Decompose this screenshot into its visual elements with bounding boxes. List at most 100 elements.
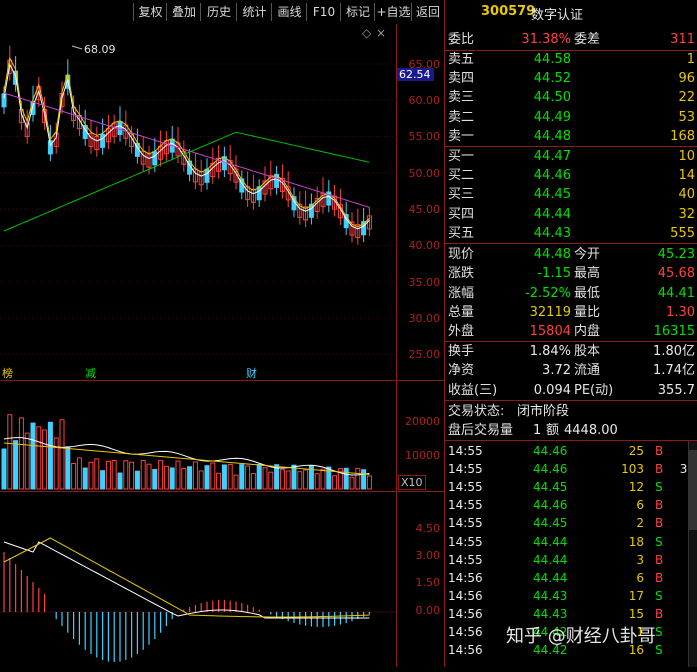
volume-bar	[216, 472, 222, 490]
quote-stat-row: 涨幅 -2.52% 最低 44.41	[447, 284, 697, 303]
bid-row[interactable]: 买五 44.43 555	[447, 224, 697, 243]
tick-volume: 103	[621, 462, 644, 477]
stock-name: 数字认证	[531, 8, 584, 23]
ask-row[interactable]: 卖四 44.52 96	[447, 69, 697, 88]
volume-bar	[13, 440, 19, 490]
tick-side: B	[655, 606, 664, 621]
stat-label: 涨跌	[448, 266, 475, 282]
volume-bar	[24, 432, 30, 490]
tick-price: 44.44	[533, 552, 568, 567]
tick-row[interactable]: 14:5544.452B1	[447, 514, 697, 532]
volume-bar	[297, 471, 303, 490]
tick-scroll-thumb[interactable]	[689, 450, 697, 530]
kline-y-tick: 40.00	[408, 239, 441, 252]
weicha-value: 311	[670, 32, 695, 47]
toolbar-button-5[interactable]: F10	[306, 3, 341, 21]
divider	[445, 440, 697, 441]
high-price-label: 68.09	[84, 43, 116, 56]
candle-body	[100, 133, 106, 148]
event-mark-bang[interactable]: 榜	[2, 365, 13, 381]
stat-value: 44.48	[533, 247, 571, 262]
bid-row[interactable]: 买一 44.47 10	[447, 147, 697, 166]
event-mark-jian[interactable]: 减	[85, 365, 96, 381]
toolbar-button-2[interactable]: 历史	[200, 3, 237, 21]
tick-volume: 17	[628, 588, 644, 603]
book-level-label: 买五	[448, 225, 475, 241]
weibi-label: 委比	[448, 32, 475, 47]
toolbar-button-3[interactable]: 统计	[236, 3, 272, 21]
tick-row[interactable]: 14:5644.4317S7	[447, 587, 697, 605]
volume-panel[interactable]	[0, 380, 444, 491]
volume-bar	[227, 463, 233, 490]
book-level-label: 卖四	[448, 71, 475, 87]
stat-value: 1.30	[666, 304, 695, 320]
ask-row[interactable]: 卖三 44.50 22	[447, 88, 697, 107]
volume-bar	[343, 467, 349, 490]
ask-row[interactable]: 卖二 44.49 53	[447, 108, 697, 127]
toolbar-button-7[interactable]: +自选	[374, 3, 412, 21]
book-volume: 1	[686, 52, 695, 67]
tick-row[interactable]: 14:5644.4315B5	[447, 605, 697, 623]
tick-row[interactable]: 14:5544.4512S1	[447, 478, 697, 496]
toolbar-button-4[interactable]: 画线	[271, 3, 307, 21]
macd-dif-line	[3, 541, 370, 619]
kline-panel[interactable]	[0, 24, 444, 380]
tick-row[interactable]: 14:5644.446B1	[447, 569, 697, 587]
volume-bar	[42, 429, 48, 490]
bid-row[interactable]: 买三 44.45 40	[447, 185, 697, 204]
tick-row[interactable]: 14:55 44.46 6 B	[447, 496, 697, 514]
volume-bar	[1, 448, 7, 490]
kline-chart	[0, 45, 396, 355]
ma10-line	[3, 56, 370, 228]
tick-volume: 6	[636, 498, 644, 513]
tick-price: 44.43	[533, 588, 568, 603]
vol-y-tick: 20000	[405, 415, 440, 428]
tick-time: 14:56	[448, 625, 483, 639]
tick-side: B	[655, 498, 664, 513]
stat-value: 1.84%	[529, 344, 571, 359]
tick-price: 44.43	[533, 606, 568, 621]
tick-row[interactable]: 14:5544.4418S3	[447, 533, 697, 551]
volume-bar	[320, 468, 326, 490]
stat-label: 今开	[574, 247, 601, 262]
toolbar-button-8[interactable]: 返回	[411, 3, 444, 21]
after-hours-amount: 4448.00	[564, 423, 618, 438]
stat-value: 0.094	[533, 382, 571, 398]
tick-row[interactable]: 14:5544.443B1	[447, 551, 697, 569]
volume-bar	[239, 464, 245, 490]
high-marker-line	[71, 45, 83, 50]
volume-bar	[123, 460, 129, 490]
tick-row[interactable]: 14:5544.4625B1	[447, 442, 697, 460]
weibi-row: 委比 31.38% 委差 311	[447, 30, 697, 49]
tick-price: 44.46	[533, 498, 568, 513]
bid-row[interactable]: 买四 44.44 32	[447, 205, 697, 224]
kline-close-icon[interactable]: ×	[376, 26, 386, 40]
kline-y-tick: 25.00	[408, 348, 441, 361]
stat-label: 最低	[574, 285, 601, 301]
volume-bar	[349, 476, 355, 490]
tick-row[interactable]: 14:5544.46103B32	[447, 460, 697, 478]
volume-bar	[53, 437, 59, 490]
kline-settings-icon[interactable]: ◇	[362, 26, 371, 40]
weicha-label: 委差	[574, 32, 601, 47]
book-price: 44.48	[533, 128, 571, 144]
toolbar-button-0[interactable]: 复权	[133, 3, 167, 21]
volume-bar	[181, 468, 187, 490]
toolbar-button-6[interactable]: 标记	[340, 3, 375, 21]
toolbar-button-1[interactable]: 叠加	[166, 3, 201, 21]
book-level-label: 卖三	[448, 90, 475, 106]
event-mark-cai[interactable]: 财	[246, 365, 257, 381]
weibi-value: 31.38%	[521, 32, 571, 47]
bid-row[interactable]: 买二 44.46 14	[447, 166, 697, 185]
book-volume: 53	[678, 109, 695, 125]
kline-y-tick: 50.00	[408, 167, 441, 180]
macd-panel[interactable]	[0, 491, 444, 668]
ask-row[interactable]: 卖五 44.58 1	[447, 50, 697, 69]
book-price: 44.49	[533, 109, 571, 125]
volume-bar	[210, 462, 216, 490]
macd-y-tick: 0.00	[415, 604, 441, 617]
tick-price: 44.44	[533, 570, 568, 585]
trade-status-row: 交易状态: 闭市阶段	[447, 402, 697, 421]
ask-row[interactable]: 卖一 44.48 168	[447, 127, 697, 146]
stat-label: 股本	[574, 344, 601, 359]
